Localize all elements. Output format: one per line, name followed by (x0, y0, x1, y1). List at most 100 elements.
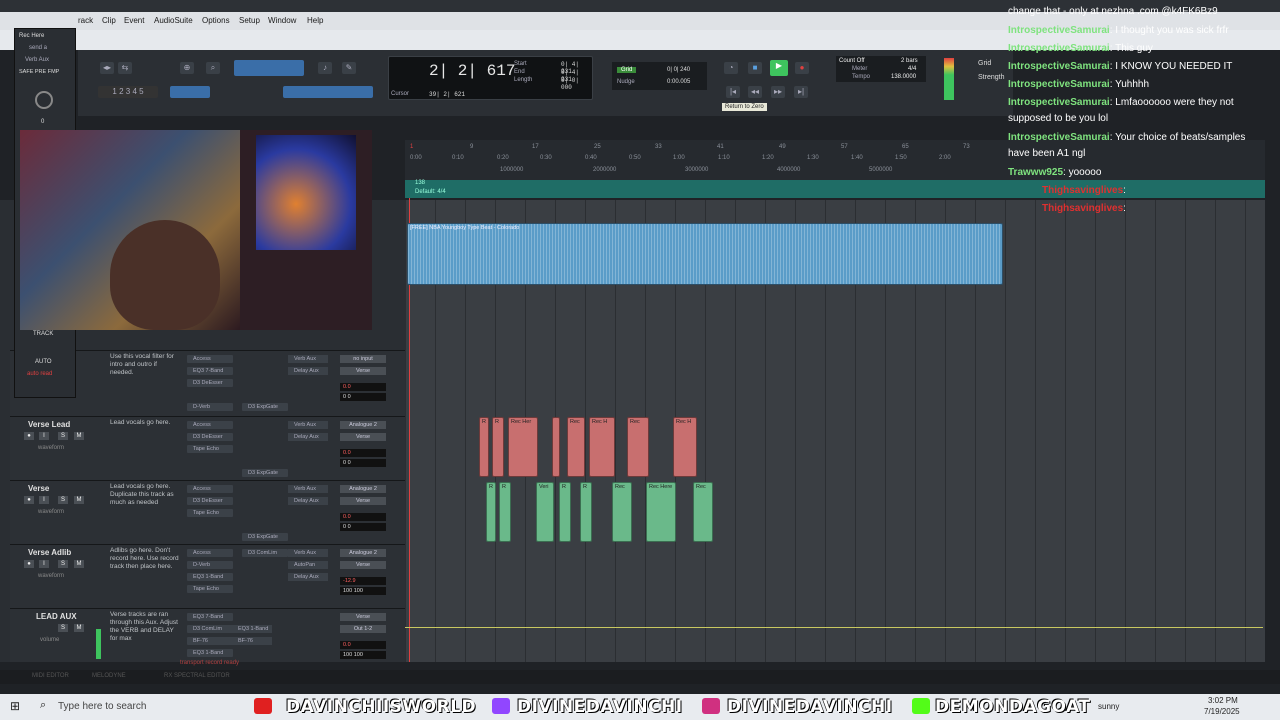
audio-clip[interactable]: R (559, 482, 571, 542)
send-slot[interactable]: Verb Aux (288, 549, 328, 557)
insert-slot[interactable]: Tape Echo (187, 509, 233, 517)
input-monitor-button[interactable]: I (39, 496, 49, 504)
audio-clip[interactable]: Rec Her (508, 417, 538, 477)
menu-event[interactable]: Event (124, 16, 144, 25)
send-slot[interactable]: Delay Aux (288, 573, 328, 581)
audio-clip[interactable] (552, 417, 560, 477)
send-flags[interactable]: SAFE PRE FMP (19, 69, 59, 75)
smart-tool-group[interactable] (234, 60, 304, 76)
insert-slot[interactable]: D3 ExpGate (242, 469, 288, 477)
pan-value[interactable]: 0 0 (340, 393, 386, 401)
send-level-knob[interactable] (35, 91, 53, 109)
grid-nudge-toggle[interactable] (283, 86, 373, 98)
volume-automation-line[interactable] (405, 627, 1263, 628)
audio-clip[interactable]: R (499, 482, 511, 542)
audio-clip[interactable]: Rec H (673, 417, 697, 477)
mute-button[interactable]: M (74, 432, 84, 440)
insert-slot[interactable]: D-Verb (187, 403, 233, 411)
pan-value[interactable]: 0 0 (340, 459, 386, 467)
clock-date[interactable]: 7/19/2025 (1204, 707, 1240, 716)
volume-value[interactable]: -12.9 (340, 577, 386, 585)
send-aux-select[interactable]: Verb Aux (25, 57, 49, 63)
audio-clip[interactable]: Rec (612, 482, 632, 542)
meter-marker[interactable]: Default: 4/4 (415, 189, 446, 195)
view-selector[interactable]: waveform (38, 573, 64, 579)
insert-slot[interactable]: D3 DeEsser (187, 497, 233, 505)
output-selector[interactable]: Verse (340, 497, 386, 505)
send-slot[interactable]: Delay Aux (288, 497, 328, 505)
menu-window[interactable]: Window (268, 16, 296, 25)
menu-help[interactable]: Help (307, 16, 323, 25)
menu-clip[interactable]: Clip (102, 16, 116, 25)
nudge-value[interactable]: 0:00.005 (667, 79, 690, 85)
audio-clip-beat[interactable]: [FREE] NBA Youngboy Type Beat - Colorado (407, 223, 1003, 285)
track-name[interactable]: Verse (28, 484, 49, 493)
track-row[interactable]: Verse ● I S M waveform Lead vocals go he… (10, 480, 405, 544)
track-name[interactable]: Verse Adlib (28, 548, 71, 557)
count-off-bars[interactable]: 2 bars (901, 58, 918, 64)
pan-value[interactable]: 100 100 (340, 587, 386, 595)
output-selector[interactable]: Verse (340, 433, 386, 441)
output-selector[interactable]: Verse (340, 367, 386, 375)
output-selector[interactable]: Verse (340, 561, 386, 569)
view-selector[interactable]: waveform (38, 509, 64, 515)
mode-shuffle-button[interactable]: ◂▸ (100, 62, 114, 74)
main-counter[interactable]: 2| 2| 617 Start 0| 4| 931 End 0| 4| 931 … (388, 56, 593, 100)
track-name[interactable]: Verse Lead (28, 420, 70, 429)
solo-button[interactable]: S (58, 560, 68, 568)
send-level-value[interactable]: 0 (41, 119, 44, 125)
insert-slot[interactable]: Access (187, 421, 233, 429)
zoom-tool-button[interactable]: ⊕ (180, 62, 194, 74)
input-selector[interactable]: Analogue 2 (340, 485, 386, 493)
audio-clip[interactable]: R (479, 417, 489, 477)
pan-value[interactable]: 0 0 (340, 523, 386, 531)
insert-slot[interactable]: Tape Echo (187, 585, 233, 593)
auto-mode[interactable]: auto read (27, 371, 52, 377)
insert-slot[interactable]: Access (187, 355, 233, 363)
volume-value[interactable]: 0.0 (340, 513, 386, 521)
count-off-label[interactable]: Count Off (839, 58, 865, 64)
track-row[interactable]: Verse Lead ● I S M waveform Lead vocals … (10, 416, 405, 480)
input-selector[interactable]: no input (340, 355, 386, 363)
send-slot[interactable]: EQ3 1-Band (232, 625, 272, 633)
tab-midi-editor[interactable]: MIDI EDITOR (32, 673, 69, 679)
track-name[interactable]: LEAD AUX (36, 612, 77, 621)
audio-clip[interactable]: Rec (627, 417, 649, 477)
edit-mode-toggle[interactable] (170, 86, 210, 98)
zoom-presets[interactable]: 1 2 3 4 5 (98, 86, 158, 98)
insert-slot[interactable]: Access (187, 549, 233, 557)
view-selector[interactable]: waveform (38, 445, 64, 451)
length-value[interactable]: 0| 0| 000 (561, 77, 592, 91)
input-selector[interactable]: Verse (340, 613, 386, 621)
track-row[interactable]: Verse Adlib ● I S M waveform Adlibs go h… (10, 544, 405, 608)
volume-value[interactable]: 0.0 (340, 641, 386, 649)
rec-button[interactable]: ● (24, 560, 34, 568)
insert-slot[interactable]: Access (187, 485, 233, 493)
insert-slot[interactable]: EQ3 7-Band (187, 613, 233, 621)
insert-slot[interactable]: D3 DeEsser (187, 433, 233, 441)
mute-button[interactable]: M (74, 560, 84, 568)
send-slot[interactable]: AutoPan (288, 561, 328, 569)
tab-melodyne[interactable]: MELODYNE (92, 673, 126, 679)
insert-slot[interactable]: D3 DeEsser (187, 379, 233, 387)
rewind-button[interactable]: ◂◂ (748, 86, 762, 98)
send-slot[interactable]: Verb Aux (288, 355, 328, 363)
send-slot[interactable]: BF-76 (232, 637, 272, 645)
stop-button[interactable]: ■ (748, 62, 762, 74)
insert-slot[interactable]: BF-76 (187, 637, 233, 645)
audio-clip[interactable]: R (486, 482, 496, 542)
output-selector[interactable]: Out 1-2 (340, 625, 386, 633)
return-to-zero-button[interactable]: |◂ (726, 86, 740, 98)
volume-value[interactable]: 0.0 (340, 383, 386, 391)
mute-button[interactable]: M (74, 624, 84, 632)
menu-track[interactable]: rack (78, 16, 93, 25)
solo-button[interactable]: S (58, 496, 68, 504)
insert-slot[interactable]: D-Verb (187, 561, 233, 569)
volume-value[interactable]: 0.0 (340, 449, 386, 457)
send-slot[interactable]: Delay Aux (288, 433, 328, 441)
taskbar-search[interactable]: Type here to search (58, 701, 146, 712)
record-button[interactable]: ● (795, 62, 809, 74)
insert-slot[interactable]: D3 ExpGate (242, 533, 288, 541)
audio-clip[interactable]: Rec H (589, 417, 615, 477)
send-slot[interactable]: Verb Aux (288, 485, 328, 493)
